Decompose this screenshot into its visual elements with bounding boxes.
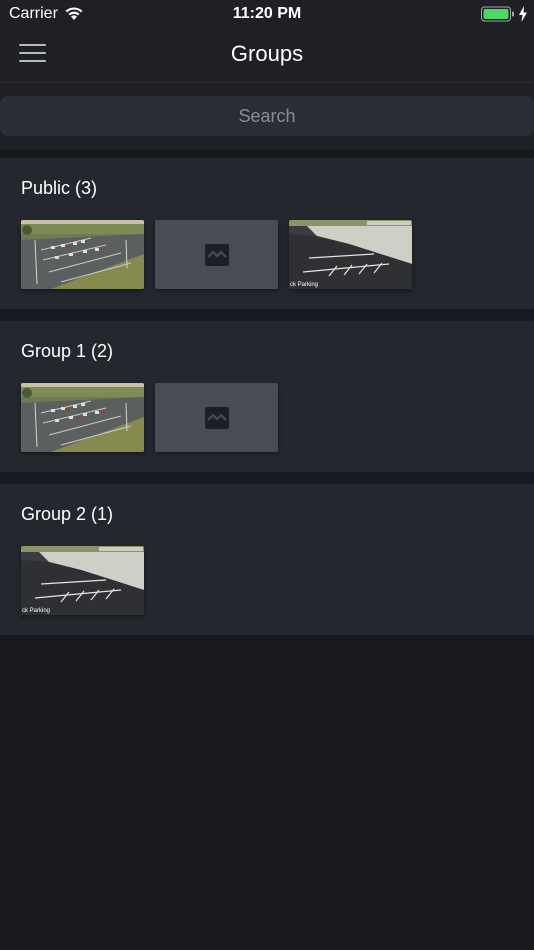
status-bar: Carrier 11:20 PM <box>0 0 534 28</box>
parking-lot-b-image: ck Parking <box>289 220 412 289</box>
charging-bolt-icon <box>519 6 527 22</box>
page-title: Groups <box>230 41 304 66</box>
camera-thumbnail[interactable] <box>21 220 144 289</box>
camera-thumbnail[interactable] <box>21 383 144 452</box>
image-placeholder-icon <box>205 407 229 429</box>
search-bar <box>0 83 534 149</box>
parking-lot-b-image: ck Parking <box>21 546 144 615</box>
camera-thumbnail[interactable]: ck Parking <box>289 220 412 289</box>
status-time: 11:20 PM <box>232 5 302 22</box>
group-title: Group 1 (2) <box>21 341 114 361</box>
camera-caption: ck Parking <box>22 608 50 614</box>
group-card-group-1: Group 1 (2) <box>0 321 534 472</box>
navigation-bar: Groups <box>0 28 534 83</box>
parking-lot-a-image <box>21 383 144 452</box>
camera-thumbnail[interactable]: ck Parking <box>21 546 144 615</box>
group-card-group-2: Group 2 (1) ck Parking <box>0 484 534 635</box>
group-card-public: Public (3) ck Parking <box>0 158 534 309</box>
camera-thumbnail-placeholder[interactable] <box>155 220 278 289</box>
group-title: Group 2 (1) <box>21 504 114 524</box>
camera-caption: ck Parking <box>290 282 318 288</box>
camera-thumbnail-placeholder[interactable] <box>155 383 278 452</box>
groups-screen: Carrier 11:20 PM Groups Public (3) <box>0 0 534 950</box>
parking-lot-a-image <box>21 220 144 289</box>
image-placeholder-icon <box>205 244 229 266</box>
battery-icon <box>481 6 514 22</box>
group-title: Public (3) <box>21 178 98 198</box>
search-input[interactable] <box>0 96 534 136</box>
